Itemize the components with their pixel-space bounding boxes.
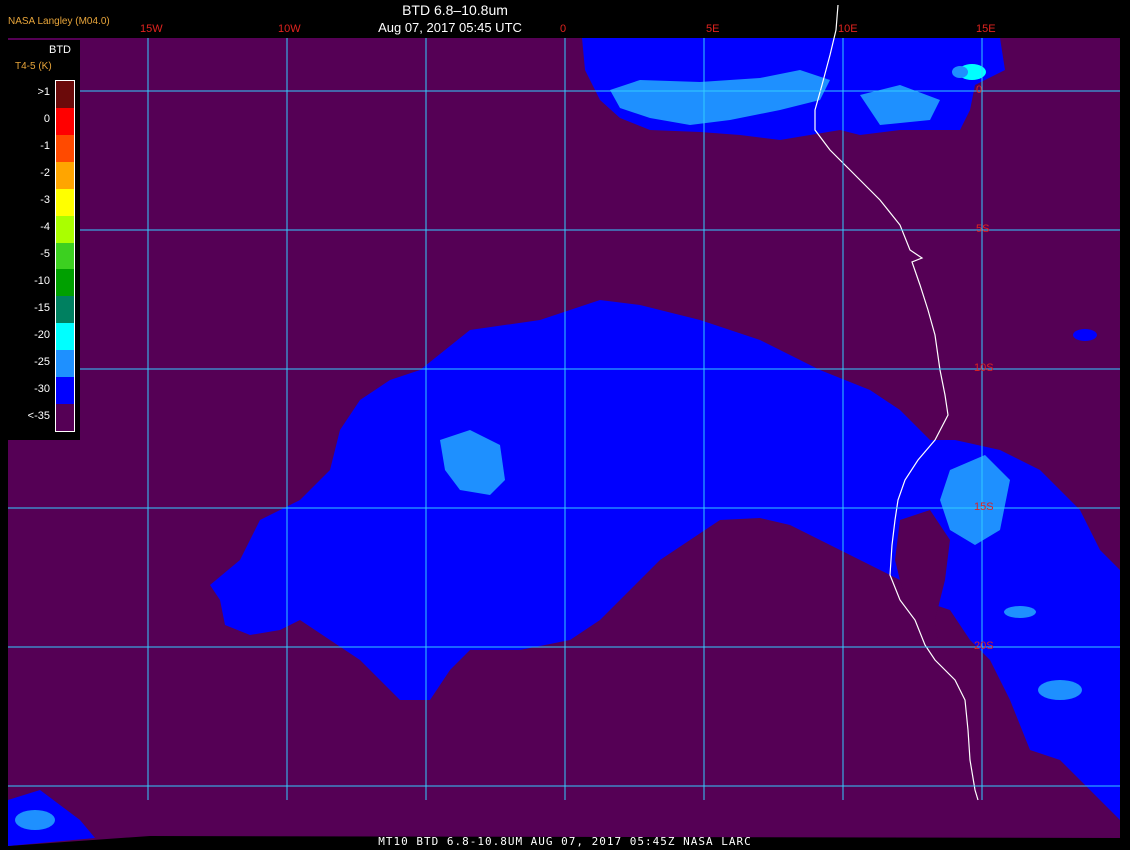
legend-swatch	[56, 350, 74, 378]
cloud-light-east-3	[1038, 680, 1082, 700]
lat-label-0: 0	[976, 84, 983, 96]
legend-tick-label: -4	[40, 221, 50, 234]
legend-swatch	[56, 107, 74, 135]
legend-tick-label: -3	[40, 194, 50, 207]
legend-swatch	[56, 134, 74, 162]
legend-title: BTD	[49, 44, 71, 56]
legend-swatch	[56, 161, 74, 189]
footer-caption: MT10 BTD 6.8-10.8UM AUG 07, 2017 05:45Z …	[378, 835, 752, 848]
cloud-fragment-east	[1073, 329, 1097, 341]
legend-tick-label: >1	[37, 86, 50, 99]
legend-tick-label: -15	[34, 301, 50, 314]
map-title: BTD 6.8–10.8um	[402, 2, 508, 18]
light-spot-north	[952, 66, 968, 78]
lat-label-15s: 15S	[974, 501, 994, 513]
lon-label-0: 0	[560, 23, 567, 35]
legend-tick-label: -1	[40, 140, 50, 153]
legend-swatch	[56, 269, 74, 297]
legend-swatch	[56, 215, 74, 243]
cloud-light-east-2	[1004, 606, 1036, 618]
legend-swatch	[56, 81, 74, 108]
legend-tick-label: -5	[40, 248, 50, 260]
legend-swatch	[56, 404, 74, 432]
producer-label: NASA Langley (M04.0)	[8, 16, 110, 27]
lon-label-15w: 15W	[140, 23, 163, 35]
legend-tick-label: 0	[43, 113, 50, 126]
lon-label-10e: 10E	[838, 23, 858, 35]
map-timestamp: Aug 07, 2017 05:45 UTC	[378, 20, 522, 35]
lat-label-5s: 5S	[976, 223, 990, 235]
legend-tick-label: -25	[34, 355, 50, 368]
lon-label-10w: 10W	[278, 23, 301, 35]
legend-swatch	[56, 323, 74, 351]
legend-tick-label: -30	[34, 382, 50, 395]
color-legend: BTD T4-5 (K) >1 0 -1 -2 -3 -4 -5 -10 -15 -20 -25 -3…	[7, 40, 80, 440]
lat-label-10s: 10S	[974, 362, 994, 374]
legend-units: T4-5 (K)	[15, 61, 52, 72]
lon-label-5e: 5E	[706, 23, 720, 35]
cloud-light-southwest	[15, 810, 55, 830]
legend-tick-label: -20	[34, 328, 50, 341]
legend-swatch	[56, 296, 74, 324]
lon-label-15e: 15E	[976, 23, 996, 35]
satellite-map	[0, 0, 1130, 850]
legend-color-bar	[55, 80, 75, 432]
legend-tick-label: -2	[40, 167, 50, 180]
legend-swatch	[56, 242, 74, 270]
legend-tick-label: <-35	[27, 409, 50, 422]
lat-label-20s: 20S	[974, 640, 994, 652]
legend-swatch	[56, 377, 74, 405]
legend-tick-label: -10	[34, 274, 50, 287]
legend-swatch	[56, 188, 74, 216]
